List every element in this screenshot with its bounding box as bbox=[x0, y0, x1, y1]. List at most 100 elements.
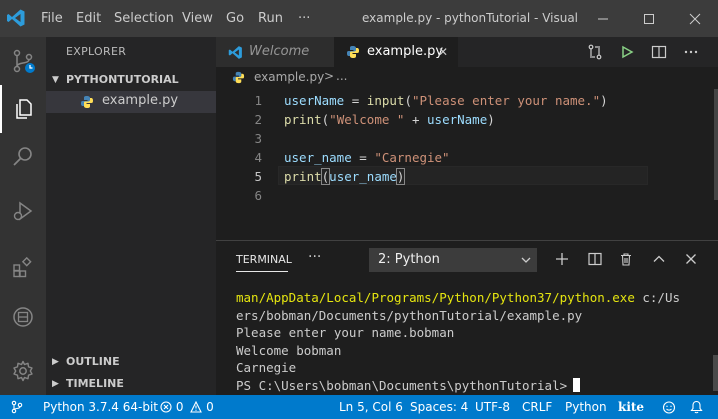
code-line[interactable]: print(user_name) bbox=[284, 167, 406, 186]
code-token: = bbox=[344, 93, 367, 108]
settings-button[interactable] bbox=[0, 347, 46, 395]
tab-terminal[interactable]: TERMINAL bbox=[236, 253, 292, 266]
terminal-text: Welcome bobman bbox=[236, 342, 342, 358]
vscode-logo-icon bbox=[7, 9, 25, 27]
more-actions-button[interactable] bbox=[681, 42, 701, 62]
menu-view[interactable]: View bbox=[182, 0, 213, 37]
problems-indicator[interactable]: 0 0 bbox=[160, 395, 214, 419]
source-control-button[interactable] bbox=[0, 37, 46, 85]
code-token: "Please enter your name." bbox=[411, 93, 601, 108]
extensions-button[interactable] bbox=[0, 243, 46, 291]
new-terminal-button[interactable] bbox=[553, 250, 571, 268]
extensions-icon bbox=[13, 256, 32, 278]
explorer-icon bbox=[16, 99, 32, 119]
maximize-panel-button[interactable] bbox=[650, 250, 668, 268]
status-bar: Python 3.7.4 64-bit 0 0 Ln 5, Col 6 Spac… bbox=[0, 395, 718, 419]
code-line[interactable]: userName = input("Please enter your name… bbox=[284, 91, 608, 110]
open-changes-button[interactable] bbox=[585, 42, 605, 62]
panel-more-button[interactable]: ··· bbox=[308, 249, 321, 265]
timeline-label: TIMELINE bbox=[66, 377, 124, 390]
explorer-button[interactable] bbox=[0, 85, 46, 133]
kill-terminal-button[interactable] bbox=[617, 250, 635, 268]
end-of-line[interactable]: CRLF bbox=[522, 395, 552, 419]
terminal-line: man/AppData/Local/Programs/Python/Python… bbox=[236, 289, 706, 307]
remote-explorer-button[interactable] bbox=[0, 293, 46, 341]
breadcrumb-file[interactable]: example.py bbox=[254, 70, 324, 84]
chevron-right-icon: ▶ bbox=[52, 357, 59, 367]
tab-example-py[interactable]: example.py ✕ bbox=[334, 37, 458, 67]
menu-more[interactable]: ··· bbox=[298, 0, 310, 37]
code-editor[interactable]: 1 2 3 4 5 6 userName = input("Please enter you… bbox=[216, 89, 718, 240]
close-tab-button[interactable]: ✕ bbox=[438, 37, 448, 67]
outline-header[interactable]: ▶ OUTLINE bbox=[46, 351, 216, 373]
language-mode[interactable]: Python bbox=[565, 395, 607, 419]
close-window-button[interactable] bbox=[672, 0, 718, 37]
code-token: ( bbox=[404, 93, 412, 108]
split-terminal-icon bbox=[588, 252, 602, 266]
menu-file[interactable]: File bbox=[41, 0, 63, 37]
python-interpreter[interactable]: Python 3.7.4 64-bit bbox=[43, 395, 158, 419]
line-number: 5 bbox=[254, 169, 262, 184]
breadcrumb-separator: > bbox=[324, 69, 335, 83]
source-control-icon bbox=[13, 49, 35, 73]
outline-label: OUTLINE bbox=[66, 355, 120, 368]
maximize-button[interactable] bbox=[626, 0, 672, 37]
line-number: 6 bbox=[254, 188, 262, 203]
run-debug-button[interactable] bbox=[0, 187, 46, 235]
play-icon bbox=[622, 45, 634, 59]
menu-run[interactable]: Run bbox=[258, 0, 283, 37]
explorer-sidebar: EXPLORER ▼ PYTHONTUTORIAL example.py ▶ O… bbox=[46, 37, 216, 395]
feedback-icon[interactable] bbox=[662, 401, 676, 414]
file-item-example-py[interactable]: example.py bbox=[46, 91, 216, 113]
run-debug-icon bbox=[13, 201, 33, 221]
terminal-select-value: 2: Python bbox=[378, 252, 440, 267]
menu-selection[interactable]: Selection bbox=[114, 0, 174, 37]
timeline-header[interactable]: ▶ TIMELINE bbox=[46, 373, 216, 395]
indentation[interactable]: Spaces: 4 bbox=[410, 395, 468, 419]
search-button[interactable] bbox=[0, 133, 46, 181]
close-icon bbox=[686, 254, 696, 264]
cursor-position[interactable]: Ln 5, Col 6 bbox=[339, 395, 403, 419]
tab-welcome[interactable]: Welcome bbox=[216, 37, 334, 67]
terminal-text: c:/Us bbox=[634, 290, 681, 305]
terminal-output[interactable]: man/AppData/Local/Programs/Python/Python… bbox=[236, 289, 706, 394]
encoding[interactable]: UTF-8 bbox=[475, 395, 510, 419]
code-token: print bbox=[284, 169, 322, 184]
breadcrumb-symbols[interactable]: ... bbox=[336, 69, 347, 83]
warning-icon bbox=[190, 400, 203, 413]
menu-go[interactable]: Go bbox=[226, 0, 244, 37]
error-icon bbox=[160, 401, 172, 413]
editor-scrollbar[interactable] bbox=[714, 89, 718, 200]
folder-header[interactable]: ▼ PYTHONTUTORIAL bbox=[46, 69, 216, 91]
code-line[interactable]: user_name = "Carnegie" bbox=[284, 148, 450, 167]
code-token: ) bbox=[395, 168, 406, 185]
code-token: = bbox=[351, 150, 375, 165]
activity-bar bbox=[0, 37, 46, 395]
active-tab-indicator bbox=[236, 271, 288, 272]
terminal-scrollbar[interactable] bbox=[713, 355, 718, 391]
run-file-button[interactable] bbox=[617, 42, 637, 62]
kite-status[interactable]: kite bbox=[618, 395, 644, 419]
terminal-panel: TERMINAL ··· 2: Python man/AppData/Local… bbox=[216, 240, 718, 395]
sidebar-title: EXPLORER bbox=[66, 45, 127, 58]
split-editor-button[interactable] bbox=[649, 42, 669, 62]
code-token: ) bbox=[600, 93, 608, 108]
file-name: example.py bbox=[102, 93, 179, 108]
notifications-icon[interactable] bbox=[690, 400, 703, 414]
terminal-line: Carnegie bbox=[236, 359, 706, 377]
code-token: + bbox=[404, 112, 428, 127]
close-panel-button[interactable] bbox=[682, 250, 700, 268]
split-terminal-button[interactable] bbox=[586, 250, 604, 268]
warning-count: 0 bbox=[206, 400, 214, 414]
terminal-text: Please enter your name.bobman bbox=[236, 325, 455, 340]
code-line[interactable]: print("Welcome " + userName) bbox=[284, 110, 495, 129]
terminal-text: Carnegie bbox=[236, 360, 297, 375]
plus-icon bbox=[556, 253, 568, 265]
split-editor-icon bbox=[651, 45, 667, 59]
minimize-button[interactable] bbox=[580, 0, 626, 37]
maximize-icon bbox=[644, 13, 654, 24]
terminal-select[interactable]: 2: Python bbox=[369, 248, 537, 272]
remote-icon bbox=[13, 307, 33, 327]
line-number: 2 bbox=[254, 112, 262, 127]
menu-edit[interactable]: Edit bbox=[76, 0, 101, 37]
